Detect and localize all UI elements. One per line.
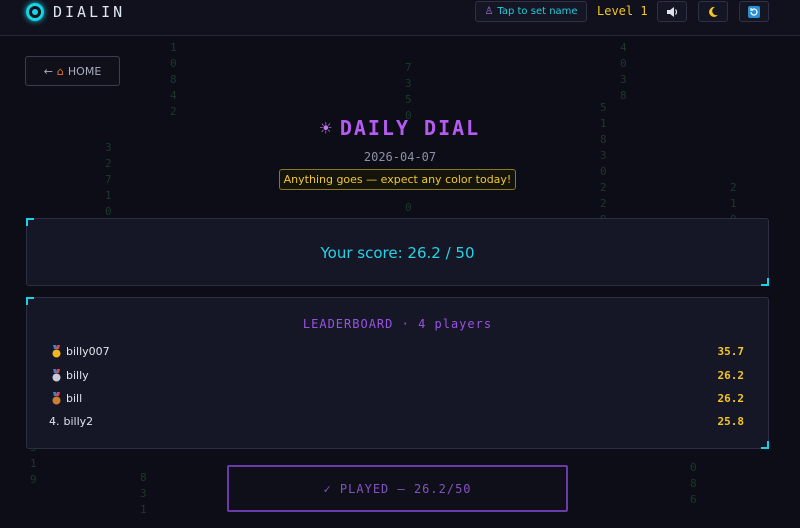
home-button[interactable]: ← ⌂ HOME [25,56,120,86]
arrow-left-icon: ← [43,64,53,78]
panel-corner [761,278,769,286]
player-score: 26.2 [717,392,745,405]
house-icon: ⌂ [56,64,64,78]
challenge-date: 2026-04-07 [363,150,437,164]
leaderboard-row: bill 26.2 [51,392,744,410]
player-name: billy [66,369,89,382]
leaderboard-entry: billy [51,369,89,382]
home-label: HOME [67,64,102,78]
set-name-label: Tap to set name [497,6,578,17]
leaderboard-row: billy007 35.7 [51,345,744,363]
panel-corner [26,297,34,305]
player-count: 4 players [418,317,493,331]
dial-logo-icon [26,3,44,21]
set-name-button[interactable]: ♙ Tap to set name [475,1,587,22]
leaderboard-panel: LEADERBOARD · 4 players billy007 35.7 bi… [26,297,769,449]
app-name: DIALIN [53,3,126,21]
speaker-icon [666,6,677,17]
page-title-text: DAILY DIAL [339,116,481,140]
panel-corner [26,218,34,226]
refresh-button[interactable] [739,1,769,22]
leaderboard-header: LEADERBOARD · 4 players [27,317,768,331]
separator-dot: · [401,317,419,331]
score-panel: Your score: 26.2 / 50 [26,218,769,286]
player-score: 26.2 [717,369,745,382]
player-name: billy007 [66,345,110,358]
leaderboard-row: billy 26.2 [51,369,744,387]
leaderboard-entry: billy007 [51,345,110,358]
gold-medal-icon [52,345,61,358]
player-name: bill [66,392,83,405]
sun-icon: ☀ [319,116,334,140]
bronze-medal-icon [52,392,61,405]
theme-hint-badge: Anything goes — expect any color today! [279,169,516,190]
played-status-button[interactable]: ✓ PLAYED — 26.2/50 [227,465,568,512]
silver-medal-icon [52,369,61,382]
top-bar: DIALIN ♙ Tap to set name Level 1 [0,0,800,36]
leaderboard-entry: bill [51,392,82,405]
app-logo[interactable]: DIALIN [26,3,125,21]
level-indicator: Level 1 [597,4,648,18]
refresh-icon [748,5,760,18]
panel-corner [761,441,769,449]
score-text: Your score: 26.2 / 50 [320,244,475,262]
leaderboard-row: 4. billy2 25.8 [49,415,744,433]
sound-toggle-button[interactable] [657,1,687,22]
player-score: 25.8 [717,415,745,428]
moon-icon [709,6,718,17]
theme-toggle-button[interactable] [698,1,728,22]
page-title: ☀ DAILY DIAL [0,116,800,140]
leaderboard-entry: 4. billy2 [49,415,93,428]
player-rank: 4. [49,415,60,428]
player-score: 35.7 [717,345,745,358]
player-name: billy2 [63,415,94,428]
leaderboard-title: LEADERBOARD [302,317,394,331]
user-icon: ♙ [484,6,494,17]
